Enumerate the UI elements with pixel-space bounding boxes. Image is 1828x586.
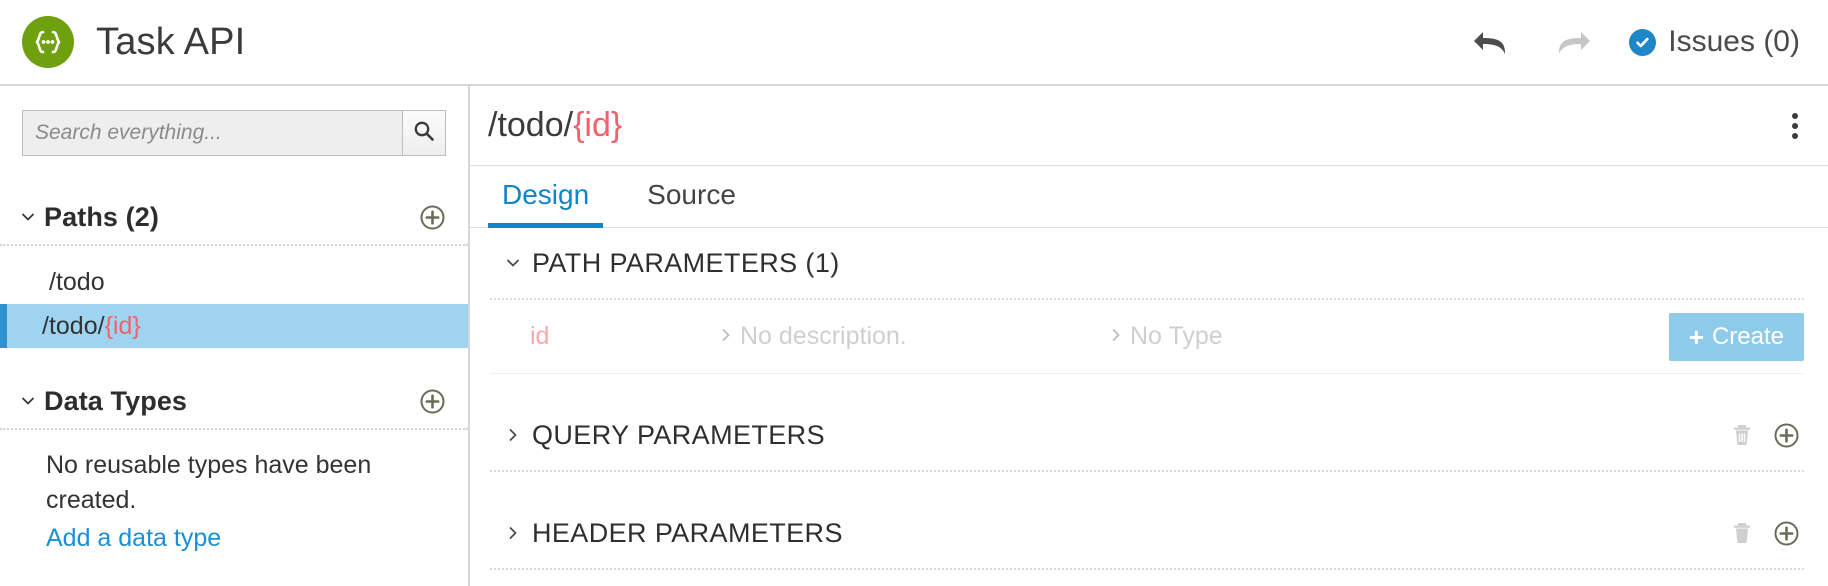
chevron-right-icon — [720, 324, 732, 350]
page-title-prefix: /todo/ — [488, 106, 574, 144]
sidebar-section-data-types-header[interactable]: Data Types — [0, 374, 468, 430]
chevron-right-icon — [502, 426, 524, 444]
app-header: Task API Issues (0) — [0, 0, 1828, 86]
tab-label: Design — [502, 179, 590, 210]
plus-circle-icon[interactable] — [1773, 422, 1800, 449]
create-button-label: Create — [1711, 322, 1784, 350]
sidebar-item-path-todo-id[interactable]: /todo/{id} — [0, 304, 468, 348]
parameter-type-text: No Type — [1130, 322, 1223, 350]
app-body: Paths (2) /todo /todo/{id} — [0, 86, 1828, 586]
add-data-type-link[interactable]: Add a data type — [46, 524, 221, 553]
group-actions — [1729, 519, 1804, 547]
app-title: Task API — [96, 21, 246, 63]
tab-design[interactable]: Design — [488, 167, 604, 228]
create-button[interactable]: + Create — [1668, 312, 1804, 361]
issues-indicator[interactable]: Issues (0) — [1629, 25, 1800, 59]
sidebar-section-title-paths: Paths (2) — [44, 201, 159, 232]
sidebar-section-paths-header[interactable]: Paths (2) — [0, 190, 468, 246]
search-bar — [22, 110, 446, 156]
header-actions: Issues (0) — [1469, 23, 1800, 61]
group-title: HEADER PARAMETERS — [532, 517, 843, 548]
undo-arrow-icon[interactable] — [1469, 23, 1515, 61]
search-icon — [413, 120, 435, 147]
add-path-button[interactable] — [419, 204, 446, 231]
main-panel: /todo/{id} Design Source PATH PARAMETERS… — [470, 86, 1828, 586]
sidebar-section-title-data-types: Data Types — [44, 385, 188, 416]
tab-label: Source — [647, 179, 736, 210]
chevron-right-icon — [1110, 324, 1122, 350]
group-path-parameters-header[interactable]: PATH PARAMETERS (1) — [490, 228, 1804, 300]
check-circle-icon — [1629, 28, 1657, 56]
parameter-type-cell[interactable]: No Type — [1110, 322, 1490, 351]
api-braces-logo-icon — [22, 16, 74, 68]
search-input[interactable] — [22, 110, 402, 156]
add-data-type-button[interactable] — [419, 388, 446, 415]
sidebar-item-path-todo[interactable]: /todo — [0, 260, 468, 304]
path-param-token: {id} — [104, 311, 141, 340]
data-types-empty-text: No reusable types have been created. — [46, 451, 372, 514]
plus-circle-icon[interactable] — [1773, 520, 1800, 547]
chevron-right-icon — [502, 524, 524, 542]
trash-icon[interactable] — [1729, 519, 1755, 547]
group-header-parameters-header[interactable]: HEADER PARAMETERS — [490, 498, 1804, 570]
trash-icon[interactable] — [1729, 421, 1755, 449]
chevron-down-icon — [502, 254, 524, 272]
group-path-parameters: PATH PARAMETERS (1) id No description. N… — [490, 228, 1804, 374]
search-button[interactable] — [402, 110, 446, 156]
group-actions — [1729, 421, 1804, 449]
group-query-parameters-header[interactable]: QUERY PARAMETERS — [490, 400, 1804, 472]
paths-list: /todo /todo/{id} — [0, 246, 468, 348]
main-content: PATH PARAMETERS (1) id No description. N… — [470, 228, 1828, 586]
app-root: Task API Issues (0) Search everything...… — [0, 0, 1828, 586]
kebab-menu-icon[interactable] — [1786, 107, 1804, 145]
plus-icon: + — [1688, 321, 1704, 352]
parameter-name: id — [530, 322, 550, 350]
path-label: /todo — [49, 267, 105, 296]
group-title: QUERY PARAMETERS — [532, 419, 825, 450]
page-title: /todo/{id} — [488, 106, 1786, 145]
main-header: /todo/{id} — [470, 86, 1828, 166]
parameter-description-text: No description. — [740, 322, 907, 350]
group-query-parameters: QUERY PARAMETERS — [490, 400, 1804, 472]
redo-arrow-icon[interactable] — [1549, 23, 1595, 61]
data-types-body: No reusable types have been created. Add… — [0, 430, 468, 553]
chevron-down-icon — [18, 208, 38, 226]
sidebar: Paths (2) /todo /todo/{id} — [0, 86, 470, 586]
issues-label: Issues (0) — [1668, 25, 1800, 58]
page-title-param: {id} — [573, 106, 623, 144]
path-label: /todo/ — [42, 311, 105, 340]
brand: Task API — [22, 16, 245, 68]
tab-source[interactable]: Source — [633, 167, 750, 228]
chevron-down-icon — [18, 392, 38, 410]
parameter-description-cell[interactable]: No description. — [720, 322, 1110, 351]
group-header-parameters: HEADER PARAMETERS — [490, 498, 1804, 570]
group-title: PATH PARAMETERS (1) — [532, 247, 840, 278]
main-tabs: Design Source — [470, 166, 1828, 228]
table-row[interactable]: id No description. No Type + Create — [490, 300, 1804, 374]
